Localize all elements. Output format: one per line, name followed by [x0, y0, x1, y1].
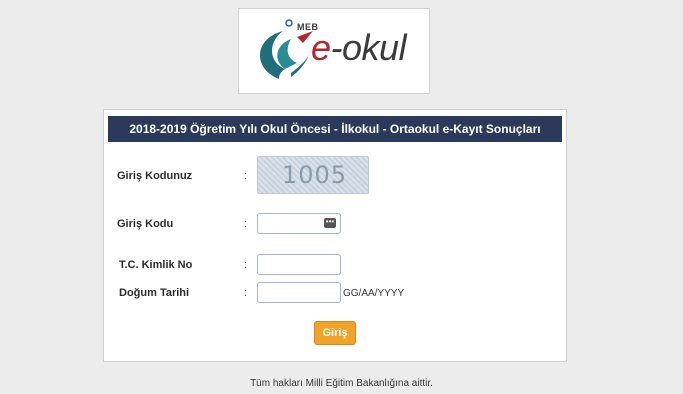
- tc-label: T.C. Kimlik No: [119, 259, 193, 271]
- code-colon: :: [244, 218, 248, 230]
- birth-format-hint: GG/AA/YYYY: [343, 288, 405, 299]
- birth-input[interactable]: [257, 282, 341, 303]
- logo-wordmark-e: e: [311, 27, 331, 68]
- logo-wordmark-rest: -okul: [330, 27, 407, 68]
- captcha-colon: :: [244, 170, 248, 182]
- tc-colon: :: [244, 259, 248, 271]
- panel-title: 2018-2019 Öğretim Yılı Okul Öncesi - İlk…: [108, 116, 562, 142]
- tc-input[interactable]: [257, 254, 341, 275]
- birth-label: Doğum Tarihi: [119, 287, 190, 299]
- code-label: Giriş Kodu: [117, 218, 174, 230]
- captcha-label: Giriş Kodunuz: [117, 170, 193, 182]
- footer-copyright: Tüm hakları Milli Eğitim Bakanlığına ait…: [250, 378, 433, 389]
- login-button[interactable]: Giriş: [314, 321, 356, 345]
- logo-wordmark: e-okul: [311, 27, 407, 68]
- password-dots-icon: •••: [324, 217, 336, 228]
- captcha-image: 1005: [257, 156, 369, 194]
- captcha-value: 1005: [282, 161, 348, 189]
- birth-colon: :: [244, 287, 248, 299]
